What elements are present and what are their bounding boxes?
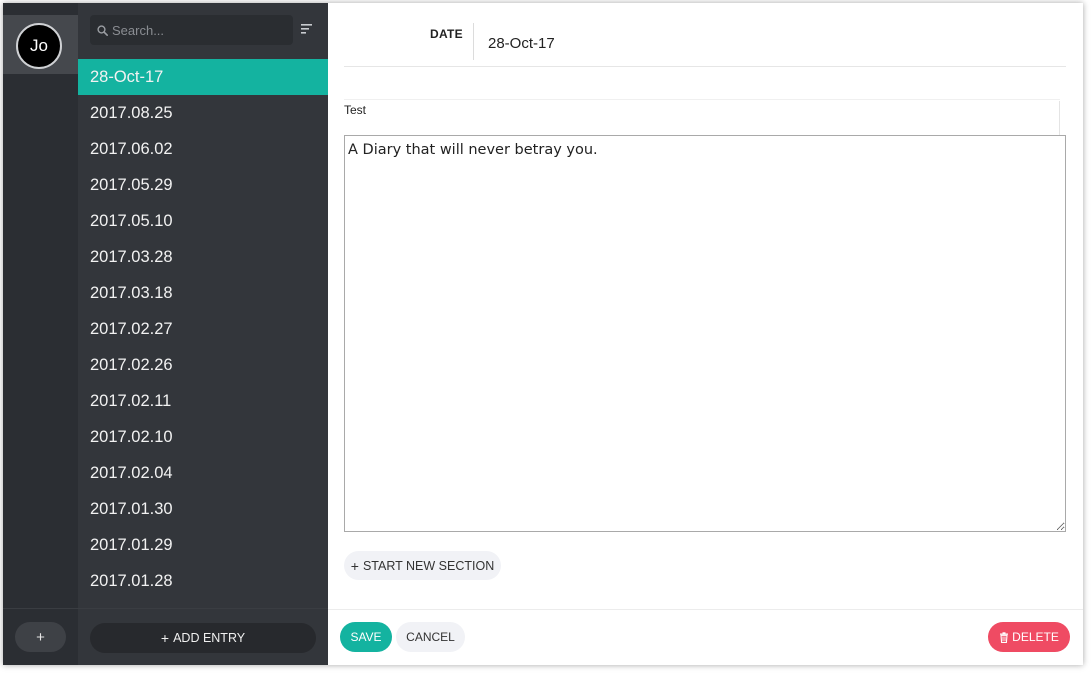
avatar[interactable]: Jo xyxy=(16,23,62,69)
footer-divider xyxy=(328,609,1083,610)
start-new-section-button[interactable]: + START NEW SECTION xyxy=(344,551,501,580)
sort-icon[interactable] xyxy=(300,22,316,36)
trash-icon xyxy=(1000,631,1009,643)
entries-panel: 28-Oct-172017.08.252017.06.022017.05.292… xyxy=(78,3,328,665)
date-value[interactable]: 28-Oct-17 xyxy=(488,35,555,52)
start-new-section-label: START NEW SECTION xyxy=(362,558,495,573)
entry-list: 28-Oct-17 2017.08.25 2017.06.02 2017.05.29 2… xyxy=(78,59,328,599)
entry-item[interactable]: 2017.02.04 xyxy=(78,455,328,491)
delete-button[interactable]: DELETE xyxy=(988,622,1070,652)
entry-item[interactable]: 2017.06.02 xyxy=(78,131,328,167)
entry-editor: DATE 28-Oct-17 Test A Diary that will ne… xyxy=(328,3,1083,665)
delete-label: DELETE xyxy=(1012,630,1059,644)
header-divider xyxy=(344,66,1066,67)
search-box[interactable] xyxy=(90,15,293,45)
entry-item[interactable]: 2017.01.30 xyxy=(78,491,328,527)
search-icon xyxy=(97,24,108,36)
entry-item[interactable]: 2017.02.26 xyxy=(78,347,328,383)
entry-item[interactable]: 2017.02.11 xyxy=(78,383,328,419)
search-input[interactable] xyxy=(112,22,282,38)
date-divider xyxy=(473,23,474,60)
section-divider xyxy=(344,99,1060,100)
entry-item[interactable]: 2017.08.25 xyxy=(78,95,328,131)
entry-item-selected[interactable]: 28-Oct-17 xyxy=(78,59,328,95)
entries-footer: + ADD ENTRY xyxy=(78,608,328,665)
cancel-button[interactable]: CANCEL xyxy=(396,622,465,652)
entry-item[interactable]: 2017.02.27 xyxy=(78,311,328,347)
entry-item[interactable]: 2017.01.29 xyxy=(78,527,328,563)
add-account-button[interactable]: + xyxy=(15,622,66,652)
entry-item[interactable]: 2017.02.10 xyxy=(78,419,328,455)
app-window: Jo + 28-Oct-172017.08.252017.06.022017.0… xyxy=(3,3,1083,665)
add-entry-button[interactable]: + ADD ENTRY xyxy=(90,623,316,653)
plus-icon: + xyxy=(350,557,359,574)
entry-item[interactable]: 2017.05.10 xyxy=(78,203,328,239)
entry-item[interactable]: 2017.03.28 xyxy=(78,239,328,275)
plus-icon: + xyxy=(160,630,170,646)
save-button[interactable]: SAVE xyxy=(340,622,392,652)
entry-body-textarea[interactable]: A Diary that will never betray you. xyxy=(344,135,1066,532)
date-label: DATE xyxy=(430,27,463,41)
account-rail: Jo + xyxy=(3,3,78,665)
add-entry-label: ADD ENTRY xyxy=(173,631,246,645)
entry-item[interactable]: 2017.03.18 xyxy=(78,275,328,311)
entry-item[interactable]: 2017.05.29 xyxy=(78,167,328,203)
entry-item[interactable]: 2017.01.28 xyxy=(78,563,328,599)
section-title-edge xyxy=(1059,101,1060,135)
section-title[interactable]: Test xyxy=(344,103,366,117)
